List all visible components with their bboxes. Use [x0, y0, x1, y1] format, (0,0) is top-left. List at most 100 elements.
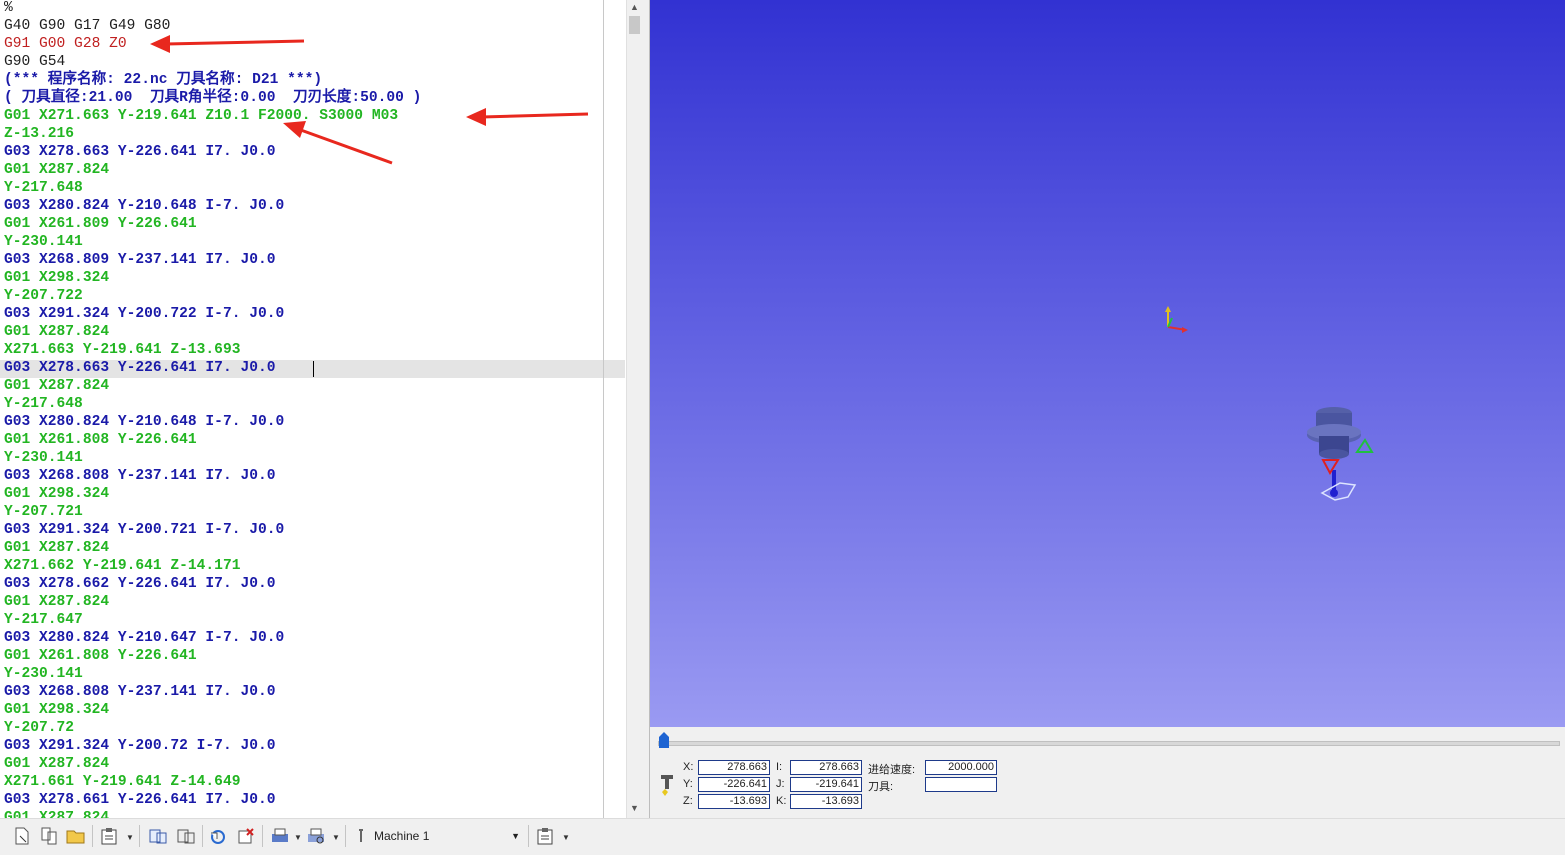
code-line[interactable]: G01 X287.824 [4, 593, 421, 611]
code-line[interactable]: Y-207.72 [4, 719, 421, 737]
k-label: K: [776, 795, 787, 807]
scroll-up-icon[interactable]: ▲ [630, 2, 639, 12]
pane-splitter[interactable] [642, 0, 650, 818]
code-line[interactable]: G01 X287.824 [4, 161, 421, 179]
tool-field[interactable] [925, 777, 997, 792]
j-value-field[interactable]: -219.641 [790, 777, 862, 792]
code-line[interactable]: G03 X278.663 Y-226.641 I7. J0.0 [4, 359, 421, 377]
code-line[interactable]: G01 X261.808 Y-226.641 [4, 647, 421, 665]
code-line[interactable]: G01 X298.324 [4, 485, 421, 503]
import-icon[interactable] [148, 827, 168, 845]
info-icon [359, 829, 363, 842]
code-line[interactable]: G03 X278.663 Y-226.641 I7. J0.0 [4, 143, 421, 161]
refresh-icon[interactable] [208, 827, 228, 845]
playback-timeline[interactable] [658, 741, 1560, 746]
z-value-field[interactable]: -13.693 [698, 794, 770, 809]
coordinate-status-panel: X: 278.663 Y: -226.641 Z: -13.693 I: 278… [650, 727, 1565, 818]
print-icon[interactable] [270, 827, 290, 845]
new-file-icon[interactable] [12, 827, 32, 845]
code-line[interactable]: Y-207.721 [4, 503, 421, 521]
code-line[interactable]: G01 X287.824 [4, 809, 421, 818]
machine-select[interactable]: Machine 1 ▼ [374, 827, 524, 845]
toolbar-separator [92, 825, 93, 847]
export-icon[interactable] [176, 827, 196, 845]
code-line[interactable]: X271.661 Y-219.641 Z-14.649 [4, 773, 421, 791]
code-line[interactable]: G03 X280.824 Y-210.648 I-7. J0.0 [4, 413, 421, 431]
code-line[interactable]: G01 X271.663 Y-219.641 Z10.1 F2000. S300… [4, 107, 421, 125]
code-line[interactable]: G03 X291.324 Y-200.721 I-7. J0.0 [4, 521, 421, 539]
settings-clipboard-icon[interactable] [535, 827, 555, 845]
code-line[interactable]: G03 X280.824 Y-210.647 I-7. J0.0 [4, 629, 421, 647]
scroll-down-icon[interactable]: ▼ [630, 803, 639, 813]
code-line[interactable]: G03 X278.661 Y-226.641 I7. J0.0 [4, 791, 421, 809]
code-line[interactable]: G01 X298.324 [4, 269, 421, 287]
toolbar-separator [528, 825, 529, 847]
code-line[interactable]: G03 X278.662 Y-226.641 I7. J0.0 [4, 575, 421, 593]
code-line[interactable]: X271.662 Y-219.641 Z-14.171 [4, 557, 421, 575]
preview-dropdown-icon[interactable]: ▼ [332, 833, 340, 842]
cutter-tool-model [1307, 407, 1374, 501]
axis-triad-icon [1165, 306, 1188, 333]
settings-dropdown-icon[interactable]: ▼ [562, 833, 570, 842]
delete-icon[interactable] [236, 827, 256, 845]
clipboard-dropdown-icon[interactable]: ▼ [126, 833, 134, 842]
code-line[interactable]: G03 X291.324 Y-200.722 I-7. J0.0 [4, 305, 421, 323]
code-line[interactable]: (*** 程序名称: 22.nc 刀具名称: D21 ***) [4, 71, 421, 89]
i-label: I: [776, 761, 783, 773]
code-lines: % G40 G90 G17 G49 G80 G91 G00 G28 Z0 G90 G5… [4, 0, 421, 818]
code-line[interactable]: G91 G00 G28 Z0 [4, 35, 421, 53]
clipboard-icon[interactable] [99, 827, 119, 845]
toolbar-separator [202, 825, 203, 847]
code-line[interactable]: Y-217.647 [4, 611, 421, 629]
code-line[interactable]: G01 X287.824 [4, 755, 421, 773]
editor-vertical-scrollbar[interactable]: ▲ ▼ [626, 0, 642, 818]
code-line[interactable]: Y-207.722 [4, 287, 421, 305]
machine-select-value: Machine 1 [374, 829, 430, 843]
code-line[interactable]: G01 X287.824 [4, 539, 421, 557]
simulation-3d-viewport[interactable] [650, 0, 1565, 727]
toolbar-separator [345, 825, 346, 847]
x-value-field[interactable]: 278.663 [698, 760, 770, 775]
code-line[interactable]: Y-230.141 [4, 233, 421, 251]
code-line[interactable]: Y-217.648 [4, 395, 421, 413]
code-line[interactable]: % [4, 0, 421, 17]
copy-file-icon[interactable] [40, 827, 60, 845]
open-folder-icon[interactable] [66, 827, 86, 845]
code-line[interactable]: G01 X287.824 [4, 323, 421, 341]
print-preview-icon[interactable] [306, 827, 326, 845]
code-line[interactable]: Y-230.141 [4, 665, 421, 683]
code-line[interactable]: G40 G90 G17 G49 G80 [4, 17, 421, 35]
i-value-field[interactable]: 278.663 [790, 760, 862, 775]
nc-code-editor[interactable]: % G40 G90 G17 G49 G80 G91 G00 G28 Z0 G90 G5… [0, 0, 626, 818]
code-line[interactable]: G03 X268.808 Y-237.141 I7. J0.0 [4, 683, 421, 701]
print-dropdown-icon[interactable]: ▼ [294, 833, 302, 842]
scroll-thumb[interactable] [629, 16, 640, 34]
code-line[interactable]: ( 刀具直径:21.00 刀具R角半径:0.00 刀刃长度:50.00 ) [4, 89, 421, 107]
timeline-slider-handle[interactable] [658, 731, 670, 749]
code-line[interactable]: G03 X280.824 Y-210.648 I-7. J0.0 [4, 197, 421, 215]
code-line[interactable]: G01 X298.324 [4, 701, 421, 719]
code-line[interactable]: Z-13.216 [4, 125, 421, 143]
toolbar-separator [262, 825, 263, 847]
z-label: Z: [683, 795, 693, 807]
y-value-field[interactable]: -226.641 [698, 777, 770, 792]
code-line[interactable]: X271.663 Y-219.641 Z-13.693 [4, 341, 421, 359]
y-label: Y: [683, 778, 693, 790]
text-caret [313, 361, 314, 377]
code-line[interactable]: G03 X268.809 Y-237.141 I7. J0.0 [4, 251, 421, 269]
feed-rate-field[interactable]: 2000.000 [925, 760, 997, 775]
machine-dropdown-icon[interactable]: ▼ [511, 827, 520, 845]
code-line[interactable]: Y-230.141 [4, 449, 421, 467]
code-line[interactable]: G01 X287.824 [4, 377, 421, 395]
code-line[interactable]: G01 X261.808 Y-226.641 [4, 431, 421, 449]
tool-indicator-icon [661, 775, 673, 796]
code-line[interactable]: G03 X291.324 Y-200.72 I-7. J0.0 [4, 737, 421, 755]
tool-label: 刀具: [868, 781, 894, 793]
k-value-field[interactable]: -13.693 [790, 794, 862, 809]
code-line[interactable]: G90 G54 [4, 53, 421, 71]
code-line[interactable]: G01 X261.809 Y-226.641 [4, 215, 421, 233]
feed-rate-label: 进给速度: [868, 764, 916, 776]
code-line[interactable]: Y-217.648 [4, 179, 421, 197]
x-label: X: [683, 761, 694, 773]
code-line[interactable]: G03 X268.808 Y-237.141 I7. J0.0 [4, 467, 421, 485]
